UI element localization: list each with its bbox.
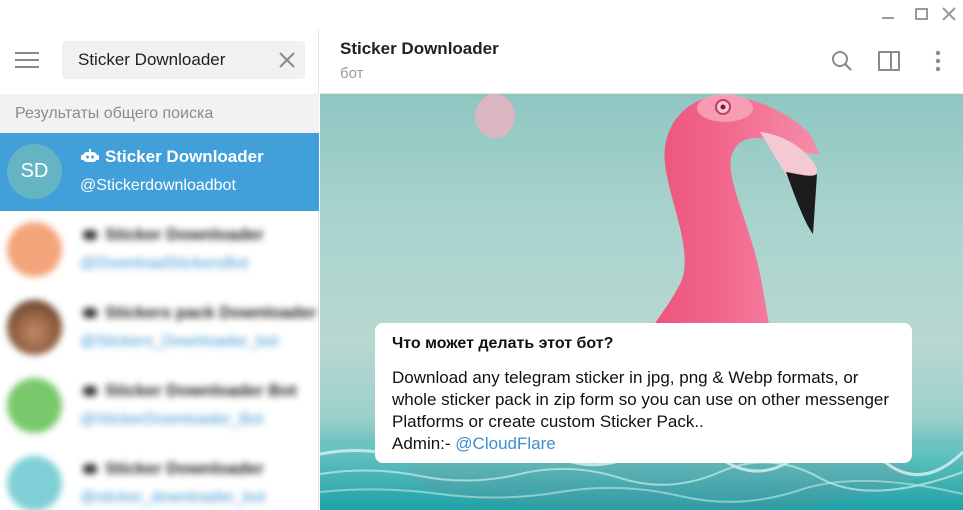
result-username: @DownloadStickersBot: [80, 255, 249, 272]
bot-icon: [83, 230, 97, 240]
search-query[interactable]: Sticker Downloader: [78, 50, 225, 70]
search-input[interactable]: Sticker Downloader: [62, 41, 305, 79]
list-item[interactable]: Sticker Downloader @sticker_downloader_b…: [0, 445, 319, 510]
result-title: Sticker Downloader: [80, 147, 264, 167]
close-icon[interactable]: [277, 50, 297, 70]
minimize-icon[interactable]: [877, 4, 899, 24]
result-title-text: Stickers pack Downloader: [105, 303, 317, 322]
chat-title[interactable]: Sticker Downloader: [340, 39, 499, 59]
admin-link[interactable]: @CloudFlare: [455, 434, 555, 453]
result-title: Stickers pack Downloader: [80, 303, 317, 323]
close-window-icon[interactable]: [938, 4, 960, 24]
avatar: [7, 456, 62, 510]
window-titlebar: [0, 0, 963, 29]
list-item[interactable]: Stickers pack Downloader @Stickers_Downl…: [0, 289, 319, 367]
result-username: @sticker_downloader_bot: [80, 489, 266, 506]
list-item[interactable]: Sticker Downloader @DownloadStickersBot: [0, 211, 319, 289]
more-vertical-icon[interactable]: [926, 49, 950, 73]
results-section-label: Результаты общего поиска: [15, 105, 214, 122]
bot-icon: [81, 149, 99, 162]
result-title: Sticker Downloader Bot: [80, 381, 297, 401]
bot-info-text: Download any telegram sticker in jpg, pn…: [392, 368, 890, 431]
search-icon[interactable]: [830, 49, 854, 73]
bot-admin-prefix: Admin:-: [392, 434, 456, 453]
avatar: SD: [7, 144, 62, 199]
bot-icon: [83, 308, 97, 318]
list-item[interactable]: Sticker Downloader Bot @StickerDownloade…: [0, 367, 319, 445]
result-title: Sticker Downloader: [80, 225, 264, 245]
result-title-text: Sticker Downloader: [105, 225, 264, 244]
list-item[interactable]: SD Sticker Downloader @Stickerdownloadbo…: [0, 133, 319, 211]
results-section-header: Результаты общего поиска: [0, 94, 319, 133]
search-results-list: SD Sticker Downloader @Stickerdownloadbo…: [0, 133, 319, 510]
result-username: @Stickerdownloadbot: [80, 177, 236, 194]
result-title-text: Sticker Downloader: [105, 459, 264, 478]
bot-info-card: Что может делать этот бот? Download any …: [375, 323, 912, 463]
avatar: [7, 378, 62, 433]
result-username: @StickerDownloader_Bot: [80, 411, 264, 428]
chat-header: Sticker Downloader бот: [320, 29, 963, 94]
avatar: [7, 222, 62, 277]
sidebar-toggle-icon[interactable]: [877, 49, 901, 73]
bot-icon: [83, 464, 97, 474]
bot-icon: [83, 386, 97, 396]
chat-list-panel: Sticker Downloader Результаты общего пои…: [0, 29, 319, 510]
result-title-text: Sticker Downloader Bot: [105, 381, 297, 400]
hamburger-menu-icon[interactable]: [14, 50, 40, 70]
result-title: Sticker Downloader: [80, 459, 264, 479]
result-username: @Stickers_Downloader_bot: [80, 333, 279, 350]
chat-status: бот: [340, 65, 364, 82]
bot-info-title: Что может делать этот бот?: [392, 335, 614, 352]
bot-info-description: Download any telegram sticker in jpg, pn…: [392, 367, 895, 455]
maximize-icon[interactable]: [911, 4, 933, 24]
result-title-text: Sticker Downloader: [105, 147, 264, 166]
avatar: [7, 300, 62, 355]
